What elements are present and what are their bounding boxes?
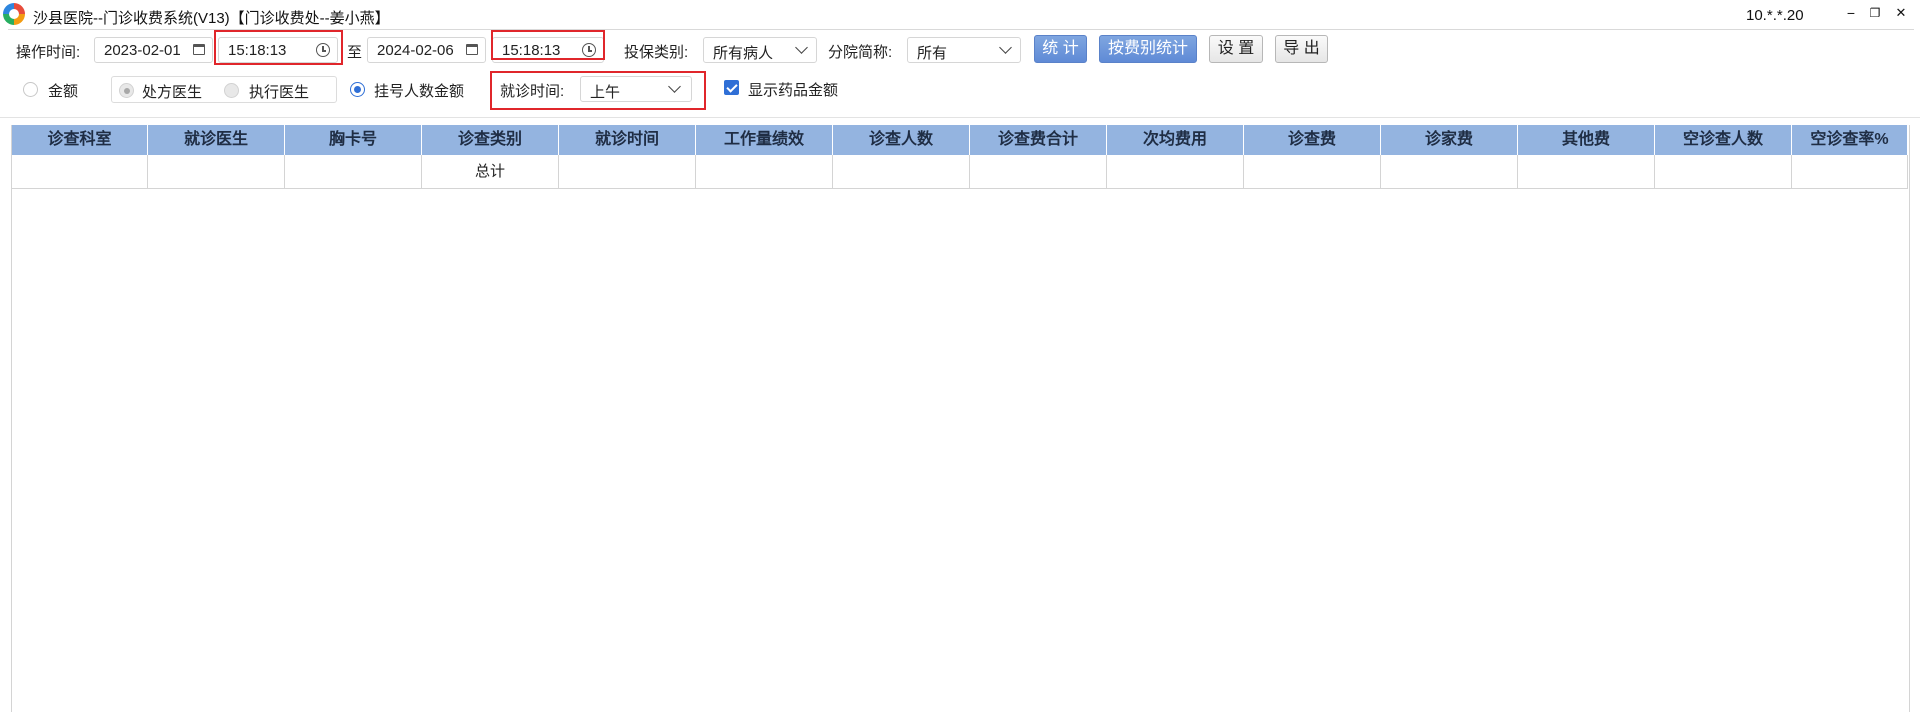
export-button[interactable]: 导 出 — [1275, 35, 1328, 63]
column-header[interactable]: 诊查费 — [1244, 125, 1381, 155]
table-cell[interactable] — [1655, 155, 1792, 188]
reg-count-amount-radio[interactable] — [350, 82, 365, 97]
app-logo-icon — [3, 3, 25, 25]
divider — [0, 117, 1920, 118]
reg-count-amount-label: 挂号人数金额 — [374, 83, 465, 100]
stats-button[interactable]: 统 计 — [1034, 35, 1087, 63]
calendar-icon[interactable] — [466, 44, 478, 55]
amount-label: 金额 — [48, 83, 79, 100]
settings-button[interactable]: 设 置 — [1209, 35, 1263, 63]
prescribing-doctor-label: 处方医生 — [142, 84, 203, 101]
table-cell[interactable] — [696, 155, 833, 188]
doctor-type-group: 处方医生 执行医生 — [111, 76, 337, 103]
branch-value: 所有 — [917, 45, 948, 62]
table-row[interactable]: 总计 — [12, 155, 1908, 189]
table-cell[interactable] — [1518, 155, 1655, 188]
window-title: 沙县医院--门诊收费系统(V13)【门诊收费处--姜小燕】 — [33, 10, 390, 27]
column-header[interactable]: 诊查类别 — [422, 125, 559, 155]
stats-by-type-button[interactable]: 按费别统计 — [1099, 35, 1197, 63]
table-cell[interactable]: 总计 — [422, 155, 559, 188]
title-bar: 沙县医院--门诊收费系统(V13)【门诊收费处--姜小燕】 10.*.*.20 … — [0, 0, 1920, 30]
highlight-box — [490, 71, 706, 110]
table-cell[interactable] — [1792, 155, 1908, 188]
branch-label: 分院简称: — [828, 44, 893, 61]
table-cell[interactable] — [148, 155, 285, 188]
column-header[interactable]: 诊家费 — [1381, 125, 1518, 155]
amount-radio[interactable] — [23, 82, 38, 97]
grid-header: 诊查科室 就诊医生 胸卡号 诊查类别 就诊时间 工作量绩效 诊查人数 诊查费合计 次均费用 诊查费… — [12, 125, 1908, 155]
table-cell[interactable] — [970, 155, 1107, 188]
insurance-value: 所有病人 — [713, 45, 774, 62]
highlight-box — [214, 30, 343, 65]
table-cell[interactable] — [1244, 155, 1381, 188]
column-header[interactable]: 次均费用 — [1107, 125, 1244, 155]
column-header[interactable]: 诊查费合计 — [970, 125, 1107, 155]
ip-address: 10.*.*.20 — [1746, 7, 1804, 24]
executing-doctor-label: 执行医生 — [249, 84, 310, 101]
show-drug-amount-label: 显示药品金额 — [748, 82, 839, 99]
column-header[interactable]: 空诊查人数 — [1655, 125, 1792, 155]
end-date-picker[interactable]: 2024-02-06 — [367, 37, 486, 63]
table-cell[interactable] — [1107, 155, 1244, 188]
minimize-button[interactable]: − — [1840, 3, 1862, 25]
column-header[interactable]: 就诊医生 — [148, 125, 285, 155]
table-cell[interactable] — [833, 155, 970, 188]
branch-select[interactable]: 所有 — [907, 37, 1021, 63]
table-cell[interactable] — [559, 155, 696, 188]
start-date-value: 2023-02-01 — [104, 42, 181, 59]
prescribing-doctor-radio[interactable] — [119, 83, 134, 98]
start-date-picker[interactable]: 2023-02-01 — [94, 37, 213, 63]
column-header[interactable]: 就诊时间 — [559, 125, 696, 155]
column-header[interactable]: 胸卡号 — [285, 125, 422, 155]
highlight-box — [491, 30, 605, 60]
table-cell[interactable] — [1381, 155, 1518, 188]
end-date-value: 2024-02-06 — [377, 42, 454, 59]
column-header[interactable]: 空诊查率% — [1792, 125, 1908, 155]
chevron-down-icon — [999, 41, 1012, 54]
column-header[interactable]: 工作量绩效 — [696, 125, 833, 155]
close-button[interactable]: ✕ — [1890, 3, 1912, 25]
column-header[interactable]: 诊查科室 — [12, 125, 148, 155]
column-header[interactable]: 其他费 — [1518, 125, 1655, 155]
insurance-select[interactable]: 所有病人 — [703, 37, 817, 63]
show-drug-amount-checkbox[interactable] — [724, 80, 739, 95]
restore-button[interactable]: ❐ — [1864, 3, 1886, 25]
to-label: 至 — [347, 44, 363, 61]
op-time-label: 操作时间: — [16, 44, 81, 61]
executing-doctor-radio[interactable] — [224, 83, 239, 98]
table-cell[interactable] — [12, 155, 148, 188]
calendar-icon[interactable] — [193, 44, 205, 55]
data-grid[interactable]: 诊查科室 就诊医生 胸卡号 诊查类别 就诊时间 工作量绩效 诊查人数 诊查费合计 次均费用 诊查费… — [11, 125, 1910, 712]
insurance-label: 投保类别: — [624, 44, 689, 61]
column-header[interactable]: 诊查人数 — [833, 125, 970, 155]
table-cell[interactable] — [285, 155, 422, 188]
chevron-down-icon — [795, 41, 808, 54]
